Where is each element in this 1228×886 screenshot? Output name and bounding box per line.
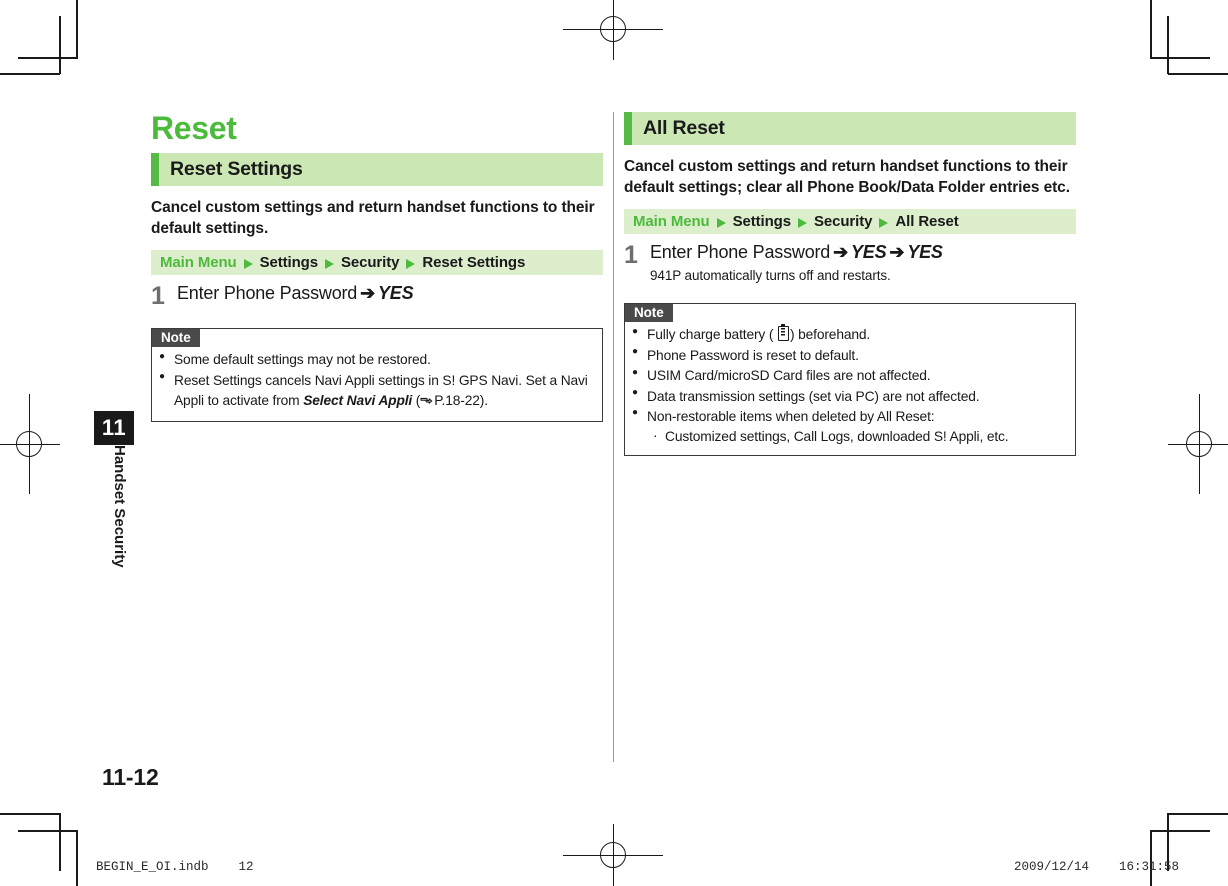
- note-item: Non-restorable items when deleted by All…: [625, 406, 1075, 427]
- step-body: Enter Phone Password ➔ YES: [177, 283, 603, 305]
- step-instruction: Enter Phone Password ➔ YES ➔ YES: [650, 242, 1076, 264]
- note-label: Note: [152, 329, 200, 348]
- breadcrumb-all-reset: Main Menu Settings Security All Reset: [624, 209, 1076, 235]
- section-header-label: Reset Settings: [170, 158, 303, 180]
- step-emphasis-2: YES: [907, 242, 943, 263]
- note-item: Reset Settings cancels Navi Appli settin…: [152, 370, 602, 414]
- note-item-text: USIM Card/microSD Card files are not aff…: [647, 368, 931, 384]
- note-item: USIM Card/microSD Card files are not aff…: [625, 366, 1075, 386]
- chevron-right-icon: [243, 258, 253, 269]
- breadcrumb-item-all-reset: All Reset: [895, 213, 959, 231]
- left-column: Reset Reset Settings Cancel custom setti…: [151, 112, 603, 422]
- column-divider: [613, 112, 614, 762]
- footer-timestamp: 2009/12/14 16:31:58: [1014, 860, 1180, 874]
- note-item-text-before: Fully charge battery (: [647, 327, 777, 343]
- step-emphasis: YES: [851, 242, 887, 263]
- page-title: Reset: [151, 110, 237, 146]
- registration-mark-left: [0, 394, 60, 494]
- right-column: All Reset Cancel custom settings and ret…: [624, 112, 1076, 456]
- step-number: 1: [624, 241, 638, 270]
- note-item-emphasis: Select Navi Appli: [303, 393, 413, 409]
- chevron-right-icon: [324, 258, 334, 269]
- note-list: Fully charge battery ( ) beforehand. Pho…: [625, 325, 1075, 447]
- step-number: 1: [151, 282, 165, 311]
- note-item-text-after: ) beforehand.: [789, 327, 871, 343]
- chapter-number-tab: 11: [94, 411, 134, 445]
- crop-mark-top-right-h: [1168, 73, 1228, 75]
- step-prefix: Enter Phone Password: [650, 242, 831, 263]
- breadcrumb-item-security: Security: [340, 254, 400, 272]
- note-item-reference: P.18-22: [434, 393, 480, 409]
- arrow-right-icon: ➔: [360, 283, 375, 304]
- note-list: Some default settings may not be restore…: [152, 350, 602, 413]
- printed-page: 11 Handset Security 11-12 Reset Reset Se…: [0, 0, 1228, 886]
- breadcrumb-item-settings: Settings: [259, 254, 318, 272]
- trim-top-right-v: [1167, 16, 1169, 74]
- registration-mark-right: [1168, 394, 1228, 494]
- crop-mark-top-left-v: [76, 0, 78, 58]
- crop-mark-bottom-left-h: [0, 813, 60, 815]
- breadcrumb-item-settings: Settings: [732, 213, 791, 231]
- note-item: Phone Password is reset to default.: [625, 345, 1075, 366]
- note-item-text: Some default settings may not be restore…: [174, 352, 431, 368]
- trim-bottom-left-h: [18, 830, 78, 832]
- chevron-right-icon: [406, 258, 416, 269]
- note-item: Fully charge battery ( ) beforehand.: [625, 325, 1075, 345]
- breadcrumb-item-reset-settings: Reset Settings: [422, 254, 526, 272]
- step-instruction: Enter Phone Password ➔ YES: [177, 283, 603, 305]
- note-item-text: Phone Password is reset to default.: [647, 347, 859, 363]
- crop-mark-top-right-v: [1150, 0, 1152, 58]
- trim-bottom-right-h: [1150, 830, 1210, 832]
- trim-top-left-h: [18, 57, 78, 59]
- step-body: Enter Phone Password ➔ YES ➔ YES 941P automa…: [650, 242, 1076, 284]
- crop-mark-bottom-right-h: [1168, 813, 1228, 815]
- note-item-ref-open: (: [412, 393, 421, 409]
- battery-icon: [777, 326, 789, 342]
- note-item: Some default settings may not be restore…: [152, 350, 602, 370]
- chapter-name-label: Handset Security: [94, 445, 134, 711]
- registration-mark-top: [563, 0, 663, 60]
- note-box-all-reset: Note Fully charge battery ( ) beforehand…: [624, 303, 1076, 456]
- step-prefix: Enter Phone Password: [177, 283, 358, 304]
- trim-top-right-h: [1150, 57, 1210, 59]
- arrow-right-icon-2: ➔: [889, 242, 905, 263]
- chevron-right-icon: [879, 217, 889, 228]
- note-box-reset-settings: Note Some default settings may not be re…: [151, 328, 603, 422]
- chapter-name-text: Handset Security: [111, 445, 128, 568]
- section-header-reset-settings: Reset Settings: [151, 153, 603, 186]
- crop-mark-bottom-right-v: [1150, 830, 1152, 886]
- breadcrumb-item-security: Security: [813, 213, 873, 231]
- step-subtext: 941P automatically turns off and restart…: [650, 267, 891, 283]
- step-1: 1 Enter Phone Password ➔ YES: [151, 282, 603, 311]
- note-item: Data transmission settings (set via PC) …: [625, 386, 1075, 407]
- note-item-text-after: .: [484, 393, 488, 409]
- page-reference-hand-icon: [420, 393, 433, 413]
- registration-mark-bottom: [563, 824, 663, 886]
- trim-top-left-v: [59, 16, 61, 74]
- section-lead-text: Cancel custom settings and return handse…: [624, 158, 1070, 196]
- step-1: 1 Enter Phone Password ➔ YES ➔ YES 941P auto…: [624, 242, 1076, 284]
- crop-mark-bottom-left-v: [76, 830, 78, 886]
- footer-file-slug: BEGIN_E_OI.indb 12: [96, 860, 254, 874]
- section-accent-bar: [624, 112, 632, 145]
- note-subitem: Customized settings, Call Logs, download…: [625, 425, 1075, 447]
- section-header-label: All Reset: [643, 117, 725, 139]
- breadcrumb-reset-settings: Main Menu Settings Security Reset Settin…: [151, 250, 603, 276]
- chevron-right-icon: [716, 217, 726, 228]
- arrow-right-icon: ➔: [833, 242, 848, 263]
- note-label: Note: [625, 304, 673, 323]
- page-number: 11-12: [102, 764, 159, 790]
- note-item-text: Data transmission settings (set via PC) …: [647, 388, 980, 404]
- note-item-text: Non-restorable items when deleted by All…: [647, 408, 935, 424]
- note-subitem-text: Customized settings, Call Logs, download…: [665, 429, 1009, 445]
- step-emphasis: YES: [378, 283, 414, 304]
- trim-bottom-left-v: [59, 813, 61, 871]
- chevron-right-icon: [797, 217, 807, 228]
- section-lead-text: Cancel custom settings and return handse…: [151, 199, 595, 237]
- breadcrumb-root: Main Menu: [633, 213, 710, 231]
- section-header-all-reset: All Reset: [624, 112, 1076, 145]
- breadcrumb-root: Main Menu: [160, 254, 237, 272]
- crop-mark-top-left-h: [0, 73, 60, 75]
- section-accent-bar: [151, 153, 159, 186]
